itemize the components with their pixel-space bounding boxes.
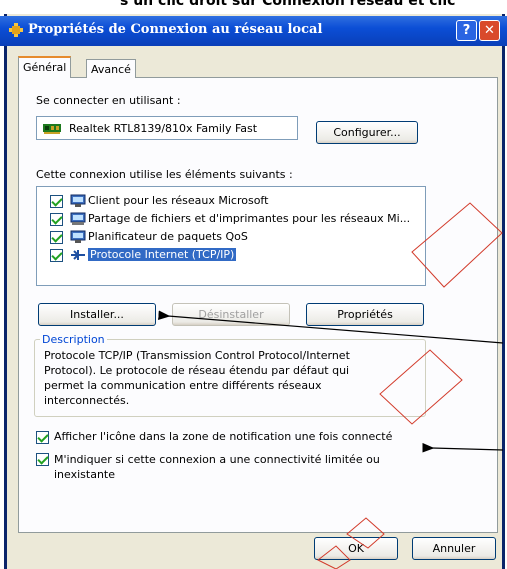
close-button[interactable]: ✕ [479,20,500,41]
checkbox-show-icon[interactable] [36,431,49,444]
properties-button[interactable]: Propriétés [306,303,424,326]
list-item-label-selected: Protocole Internet (TCP/IP) [88,248,237,261]
description-line: permet la communication entre différents… [44,379,322,392]
cancel-button[interactable]: Annuler [412,537,496,560]
help-button[interactable]: ? [456,20,477,41]
description-line: Protocole TCP/IP (Transmission Control P… [44,349,350,362]
tab-general[interactable]: Général [18,56,72,78]
window-title: Propriétés de Connexion au réseau local [28,22,323,37]
list-item-label: Client pour les réseaux Microsoft [88,194,269,207]
adapter-name: Realtek RTL8139/810x Family Fast [69,122,258,135]
checkbox-file-sharing[interactable] [50,213,63,226]
checkbox-tcpip[interactable] [50,249,63,262]
description-title: Description [40,333,107,346]
network-card-icon [43,124,61,134]
checkbox-client[interactable] [50,195,63,208]
network-connection-icon [9,23,23,37]
tab-advanced[interactable]: Avancé [86,59,136,78]
cropped-banner-text: s un clic droit sur Connexion réseau et … [120,0,456,9]
description-line: Protocol). Le protocole de réseau étendu… [44,364,350,377]
title-bar[interactable]: Propriétés de Connexion au réseau local … [0,16,507,46]
checkbox-limited-connectivity[interactable] [36,453,49,466]
show-icon-label: Afficher l'icône dans la zone de notific… [54,430,393,443]
uninstall-button: Désinstaller [172,303,290,326]
limited-connectivity-label: M'indiquer si cette connexion a une conn… [54,452,380,482]
list-item-label: Partage de fichiers et d'imprimantes pou… [88,212,411,225]
label-line: M'indiquer si cette connexion a une conn… [54,453,380,466]
qos-scheduler-icon [70,230,86,243]
description-text: Protocole TCP/IP (Transmission Control P… [44,348,416,412]
connect-using-label: Se connecter en utilisant : [36,94,181,107]
printer-share-icon [70,212,86,225]
label-line: inexistante [54,468,116,481]
configure-button[interactable]: Configurer... [316,121,418,144]
protocol-icon [71,250,85,260]
checkbox-qos[interactable] [50,231,63,244]
description-line: interconnectés. [44,394,130,407]
client-network-icon [70,194,86,207]
list-item-label: Planificateur de paquets QoS [88,230,248,243]
adapter-field: Realtek RTL8139/810x Family Fast [36,116,298,140]
ok-button[interactable]: OK [314,537,398,560]
components-label: Cette connexion utilise les éléments sui… [36,168,293,181]
install-button[interactable]: Installer... [38,303,156,326]
